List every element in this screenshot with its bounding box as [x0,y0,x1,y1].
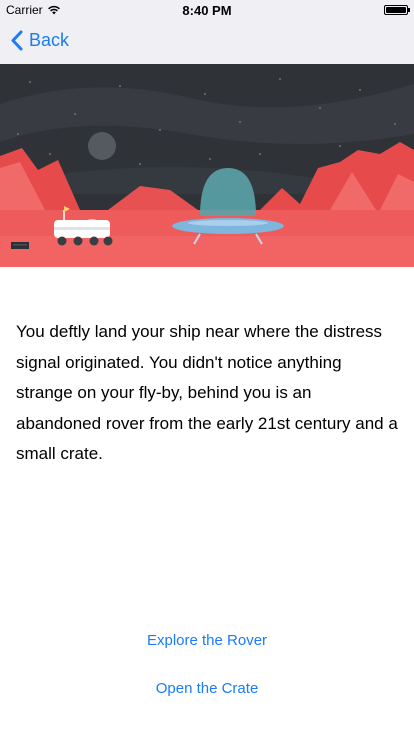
status-time: 8:40 PM [182,3,232,18]
explore-rover-button[interactable]: Explore the Rover [0,632,414,649]
back-label: Back [29,30,70,50]
navigation-bar: Back [0,20,414,64]
story-text: You deftly land your ship near where the… [16,322,398,463]
battery-icon [384,5,410,15]
status-bar: Carrier 8:40 PM [0,0,414,20]
back-button[interactable]: Back [10,30,69,51]
crate-icon [11,242,29,249]
planet-landing-illustration [0,64,414,267]
open-crate-button[interactable]: Open the Crate [0,680,414,697]
moon-icon [88,132,116,160]
chevron-left-icon [11,30,23,51]
